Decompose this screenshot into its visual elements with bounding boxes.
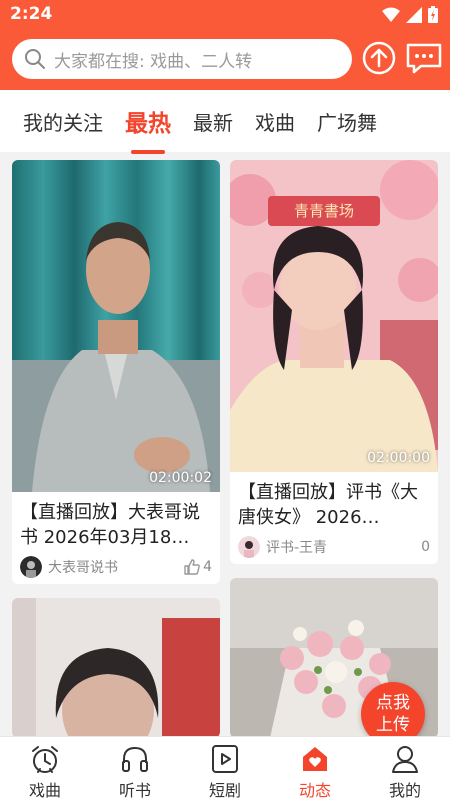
nav-label: 动态 — [298, 781, 331, 800]
video-feed: 02:00:02 【直播回放】大表哥说书 2026年03月18… 大表哥说书 4 — [0, 152, 450, 736]
like-number: 4 — [203, 559, 212, 575]
search-bar[interactable]: 大家都在搜: 戏曲、二人转 — [12, 39, 352, 79]
thumbnail-image — [12, 160, 220, 492]
banner-text: 青青書场 — [293, 202, 354, 220]
tab-opera[interactable]: 戏曲 — [244, 107, 306, 136]
video-card[interactable]: 02:00:02 【直播回放】大表哥说书 2026年03月18… 大表哥说书 4 — [12, 160, 220, 584]
status-icons — [382, 6, 438, 23]
upload-button-line1: 点我 — [376, 693, 410, 713]
category-tabs: 我的关注 最热 最新 戏曲 广场舞 — [0, 90, 450, 152]
app-header: 大家都在搜: 戏曲、二人转 — [0, 30, 450, 90]
tab-following[interactable]: 我的关注 — [12, 107, 114, 136]
message-icon[interactable] — [405, 40, 443, 76]
tab-hottest[interactable]: 最热 — [114, 104, 182, 138]
card-meta: 评书-王青 0 — [230, 530, 438, 564]
like-count[interactable]: 0 — [421, 539, 430, 555]
alarm-clock-icon — [32, 746, 58, 773]
nav-label: 听书 — [118, 781, 151, 800]
nav-short-drama[interactable]: 短剧 — [180, 737, 270, 801]
tab-square-dance[interactable]: 广场舞 — [306, 107, 388, 136]
nav-label: 戏曲 — [28, 781, 61, 800]
nav-label: 我的 — [388, 781, 421, 800]
search-icon — [25, 49, 45, 69]
wifi-icon — [382, 7, 400, 22]
like-count[interactable]: 4 — [183, 558, 212, 576]
tab-newest[interactable]: 最新 — [182, 107, 244, 136]
status-bar: 2:24 — [0, 0, 450, 30]
nav-audiobook[interactable]: 听书 — [90, 737, 180, 801]
like-number: 0 — [421, 539, 430, 555]
video-title[interactable]: 【直播回放】评书《大唐侠女》 2026… — [230, 472, 438, 530]
avatar[interactable] — [238, 536, 260, 558]
author-name[interactable]: 大表哥说书 — [48, 557, 183, 577]
video-card[interactable]: 青青書场 02:00:00 【直播回放】评书《大唐侠女》 2026… 评书-王青… — [230, 160, 438, 564]
video-title[interactable]: 【直播回放】大表哥说书 2026年03月18… — [12, 492, 220, 550]
person-icon — [392, 746, 418, 773]
avatar[interactable] — [20, 556, 42, 578]
status-time: 2:24 — [10, 4, 53, 24]
upload-button-line2: 上传 — [376, 715, 410, 735]
thumbnail-image — [12, 598, 220, 736]
video-thumbnail[interactable]: 青青書场 02:00:00 — [230, 160, 438, 472]
headphones-icon — [122, 746, 148, 772]
signal-icon — [406, 6, 422, 23]
nav-me[interactable]: 我的 — [360, 737, 450, 801]
battery-icon — [428, 6, 438, 23]
video-card[interactable] — [12, 598, 220, 736]
video-thumbnail[interactable]: 02:00:02 — [12, 160, 220, 492]
thumbs-up-icon — [184, 559, 200, 575]
card-meta: 大表哥说书 4 — [12, 550, 220, 584]
nav-label: 短剧 — [208, 781, 241, 800]
video-thumbnail[interactable] — [12, 598, 220, 736]
heart-home-icon — [303, 747, 327, 771]
upload-icon[interactable] — [361, 40, 397, 76]
bottom-nav: 戏曲 听书 短剧 动态 我的 — [0, 736, 450, 801]
author-name[interactable]: 评书-王青 — [266, 537, 421, 557]
search-placeholder: 大家都在搜: 戏曲、二人转 — [54, 51, 253, 72]
play-box-icon — [212, 745, 238, 773]
video-duration: 02:00:02 — [149, 470, 212, 486]
video-duration: 02:00:00 — [367, 450, 430, 466]
nav-opera[interactable]: 戏曲 — [0, 737, 90, 801]
nav-feed[interactable]: 动态 — [270, 737, 360, 801]
